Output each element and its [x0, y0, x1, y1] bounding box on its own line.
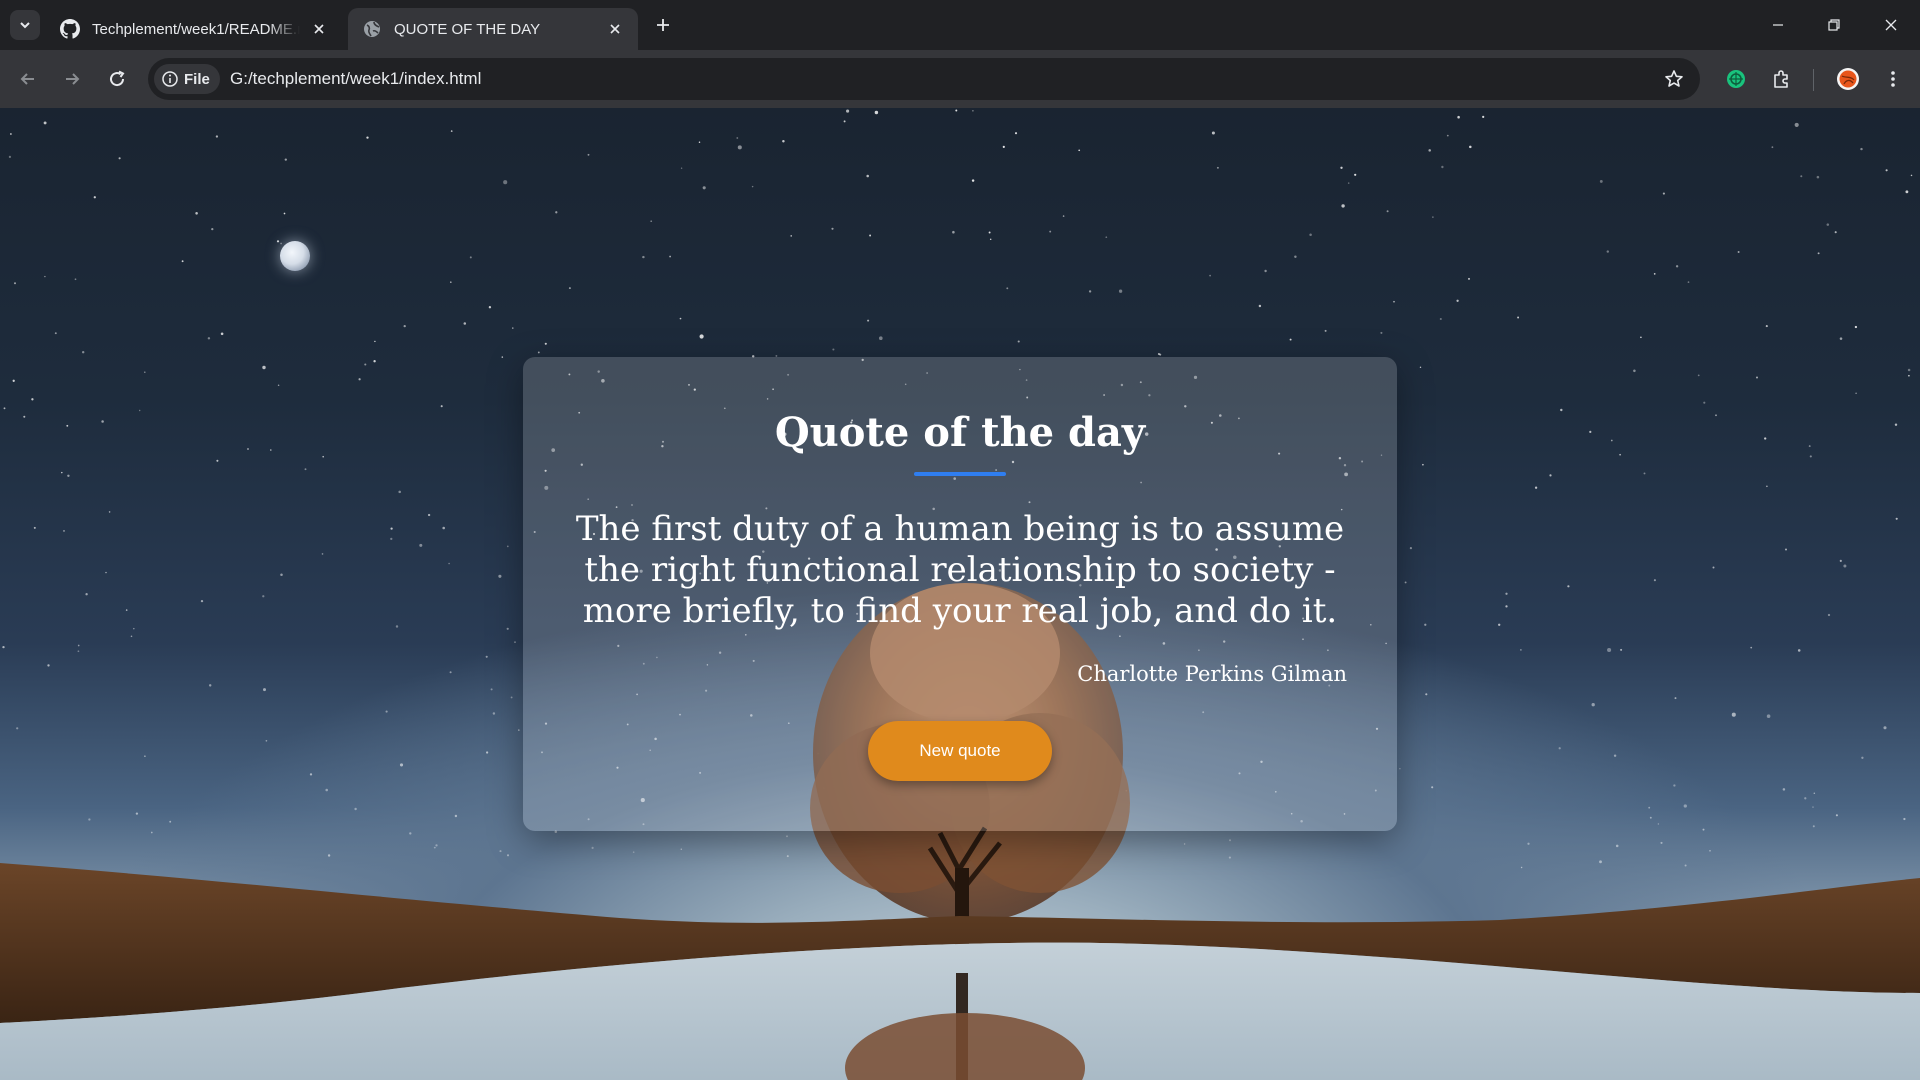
new-quote-button[interactable]: New quote [868, 721, 1052, 781]
address-bar[interactable]: File G:/techplement/week1/index.html [148, 58, 1700, 100]
restore-icon [1828, 19, 1840, 31]
bookmark-button[interactable] [1662, 67, 1686, 91]
arrow-right-icon [66, 73, 80, 85]
plus-icon [657, 19, 669, 31]
github-icon [60, 19, 80, 39]
page-viewport: Quote of the day The first duty of a hum… [0, 108, 1920, 1080]
quote-author: Charlotte Perkins Gilman [1077, 662, 1347, 686]
tab-search-button[interactable] [10, 10, 40, 40]
quote-card: Quote of the day The first duty of a hum… [523, 357, 1397, 831]
tab-close-button[interactable] [604, 18, 626, 40]
browser-toolbar: File G:/techplement/week1/index.html [0, 50, 1920, 109]
tab-strip: Techplement/week1/README.m QUOTE OF THE … [0, 0, 1920, 50]
puzzle-icon [1774, 70, 1788, 88]
restore-button[interactable] [1814, 10, 1854, 40]
close-icon [1885, 19, 1897, 31]
chatgpt-extension-button[interactable] [1721, 64, 1751, 94]
extensions-button[interactable] [1766, 64, 1796, 94]
info-icon [162, 71, 178, 87]
forward-button[interactable] [57, 64, 87, 94]
avatar-icon [1837, 68, 1859, 90]
globe-icon [364, 21, 380, 37]
title-underline [914, 472, 1006, 476]
page-title: Quote of the day [774, 409, 1146, 456]
tab-title: QUOTE OF THE DAY [394, 20, 541, 38]
reload-button[interactable] [102, 64, 132, 94]
minimize-button[interactable] [1758, 10, 1798, 40]
quote-text: The first duty of a human being is to as… [575, 509, 1345, 631]
toolbar-separator [1813, 69, 1814, 91]
arrow-left-icon [20, 73, 34, 85]
tab-close-button[interactable] [308, 18, 330, 40]
reload-icon [110, 70, 125, 87]
minimize-icon [1773, 24, 1783, 26]
close-icon [610, 24, 620, 34]
tab-title: Techplement/week1/README.m [92, 20, 300, 38]
tab-quote-of-the-day[interactable]: QUOTE OF THE DAY [348, 8, 638, 50]
url-text[interactable]: G:/techplement/week1/index.html [230, 69, 481, 89]
menu-button[interactable] [1878, 64, 1908, 94]
star-icon [1665, 70, 1683, 87]
profile-avatar[interactable] [1833, 64, 1863, 94]
site-chip-label: File [184, 70, 210, 88]
new-tab-button[interactable] [650, 12, 676, 38]
tab-readme[interactable]: Techplement/week1/README.m [46, 8, 342, 50]
more-vertical-icon [1891, 71, 1895, 87]
chatgpt-icon [1727, 70, 1745, 88]
chevron-down-icon [20, 22, 30, 29]
close-icon [314, 24, 324, 34]
close-window-button[interactable] [1871, 10, 1911, 40]
site-info-chip[interactable]: File [154, 64, 220, 94]
back-button[interactable] [13, 64, 43, 94]
